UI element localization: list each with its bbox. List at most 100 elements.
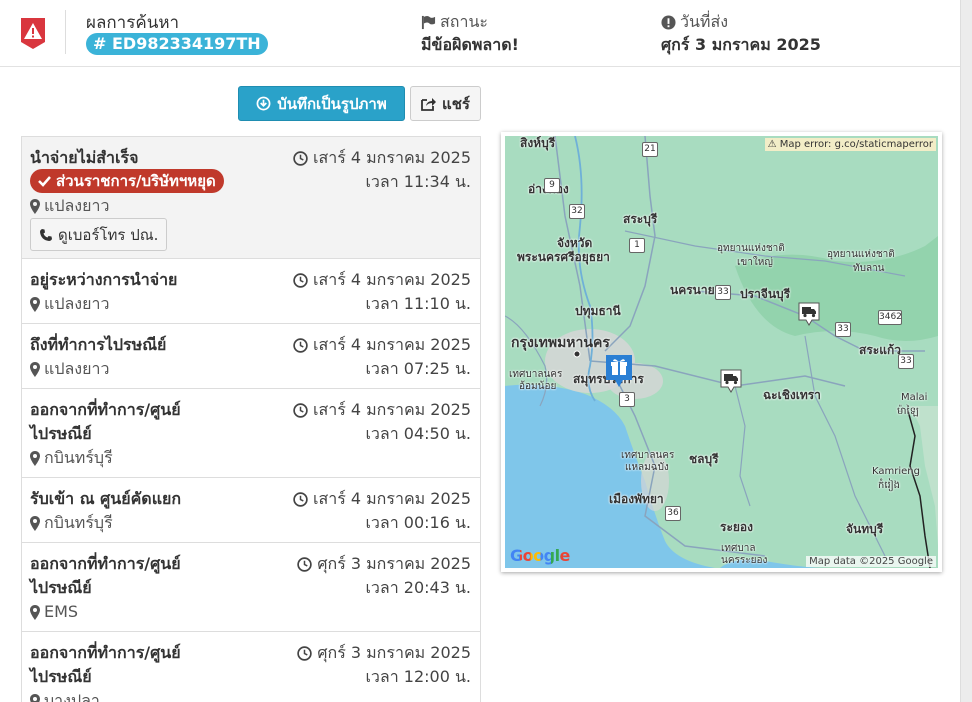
clock-icon [297, 556, 313, 572]
map-label-rayong: ระยอง [720, 520, 753, 534]
clock-icon [293, 337, 308, 353]
event-location: บางปลา [30, 689, 100, 702]
event-title: อยู่ระหว่างการนำจ่าย [30, 270, 178, 289]
tracking-number-badge: # ED982334197TH [86, 33, 268, 55]
event-title: นำจ่ายไม่สำเร็จ [30, 148, 139, 167]
event-date: ศุกร์ 3 มกราคม 2025 [297, 552, 471, 576]
event-date-text: ศุกร์ 3 มกราคม 2025 [317, 643, 471, 662]
event-date-text: เสาร์ 4 มกราคม 2025 [312, 335, 471, 354]
truck-marker-icon[interactable] [720, 369, 742, 393]
timeline-event: ออกจากที่ทำการ/ศูนย์ ไปรษณีย์ บางปลา ศุก… [22, 632, 480, 702]
map-label-pathumthani: ปทุมธานี [575, 304, 621, 318]
header-divider [65, 10, 66, 54]
share-label: แชร์ [442, 94, 470, 113]
check-icon [38, 176, 51, 187]
road-number: 33 [715, 285, 731, 300]
page-title: ผลการค้นหา [86, 13, 180, 33]
result-card: ผลการค้นหา # ED982334197TH สถานะ มีข้อผิ… [0, 0, 961, 702]
event-title-line1: ออกจากที่ทำการ/ศูนย์ [30, 400, 181, 419]
event-location-text: บางปลา [44, 691, 100, 702]
event-title-line1: ออกจากที่ทำการ/ศูนย์ [30, 554, 181, 573]
map-label-laemchabang-2: แหลมฉบัง [625, 462, 669, 473]
clock-icon [293, 402, 308, 418]
failure-reason-badge: ส่วนราชการ/บริษัทฯหยุด [30, 169, 224, 193]
event-time: เวลา 00:16 น. [365, 513, 471, 532]
road-number: 1 [629, 238, 645, 253]
share-button[interactable]: แชร์ [410, 86, 481, 121]
event-date-text: เสาร์ 4 มกราคม 2025 [312, 148, 471, 167]
map-label-singburi: สิงห์บุรี [520, 136, 556, 150]
event-date: ศุกร์ 3 มกราคม 2025 [297, 641, 471, 665]
event-date-text: เสาร์ 4 มกราคม 2025 [312, 489, 471, 508]
send-date-label: วันที่ส่ง [661, 10, 728, 35]
event-date: เสาร์ 4 มกราคม 2025 [293, 487, 471, 511]
status-label-text: สถานะ [440, 12, 488, 31]
road-number: 3462 [878, 310, 902, 325]
map-marker-icon [30, 198, 40, 214]
map-label-bangkok: กรุงเทพมหานคร [511, 335, 610, 351]
event-location-text: แปลงยาว [44, 294, 110, 313]
map-attribution: Map data ©2025 Google [806, 556, 936, 567]
event-location-text: แปลงยาว [44, 359, 110, 378]
save-image-button[interactable]: บันทึกเป็นรูปภาพ [238, 86, 405, 121]
map-canvas[interactable]: ⚠ Map error: g.co/staticmaperror สิงห์บุ… [505, 136, 938, 568]
road-number: 33 [835, 322, 851, 337]
status-value: มีข้อผิดพลาด! [421, 35, 519, 54]
map-marker-icon [30, 515, 40, 531]
event-date: เสาร์ 4 มกราคม 2025 [293, 398, 471, 422]
map-label-chonburi: ชลบุรี [689, 452, 719, 466]
event-location-text: กบินทร์บุรี [44, 513, 113, 532]
road-number: 36 [665, 506, 681, 521]
exclamation-circle-icon [661, 15, 676, 30]
event-location: แปลงยาว [30, 292, 109, 316]
map-label-khaoyai-1: อุทยานแห่งชาติ [717, 243, 785, 254]
map-label-kamrieng-1: Kamrieng [872, 466, 920, 477]
gift-marker-icon[interactable] [605, 354, 633, 388]
map-error-notice: ⚠ Map error: g.co/staticmaperror [764, 138, 936, 151]
event-location: กบินทร์บุรี [30, 511, 113, 535]
map-label-tablan-2: ทับลาน [853, 263, 885, 274]
tracking-timeline: นำจ่ายไม่สำเร็จ ส่วนราชการ/บริษัทฯหยุด แ… [21, 136, 481, 702]
timeline-event: นำจ่ายไม่สำเร็จ ส่วนราชการ/บริษัทฯหยุด แ… [22, 137, 480, 259]
map-label-chachoengsao: ฉะเชิงเทรา [763, 388, 821, 402]
map-label-malai-2: ម៉ាឡៃ [897, 406, 919, 417]
map-error-text: Map error: g.co/staticmaperror [779, 139, 933, 150]
google-logo-text: Google [510, 546, 570, 565]
map-label-omnoi-2: อ้อมน้อย [519, 381, 557, 392]
road-number: 21 [642, 142, 658, 157]
event-time: เวลา 07:25 น. [365, 359, 471, 378]
map-label-khaoyai-2: เขาใหญ่ [737, 257, 773, 268]
event-date-text: เสาร์ 4 มกราคม 2025 [312, 400, 471, 419]
map-label-nakhonrayong-2: นครระยอง [721, 555, 768, 566]
event-title-line2: ไปรษณีย์ [30, 667, 92, 686]
failure-reason-text: ส่วนราชการ/บริษัทฯหยุด [56, 172, 216, 190]
route-map[interactable]: ⚠ Map error: g.co/staticmaperror สิงห์บุ… [501, 132, 942, 572]
road-number: 9 [544, 178, 560, 193]
road-number: 3 [619, 392, 635, 407]
timeline-event: ออกจากที่ทำการ/ศูนย์ ไปรษณีย์ กบินทร์บุร… [22, 389, 480, 478]
save-image-label: บันทึกเป็นรูปภาพ [277, 94, 387, 113]
flag-icon [421, 15, 436, 30]
map-label-tablan-1: อุทยานแห่งชาติ [827, 249, 895, 260]
share-icon [421, 98, 437, 111]
event-title-line2: ไปรษณีย์ [30, 424, 92, 443]
truck-marker-icon[interactable] [798, 302, 820, 326]
view-phone-label: ดูเบอร์โทร ปณ. [58, 225, 159, 244]
google-logo: Google [510, 546, 570, 565]
view-phone-button[interactable]: ดูเบอร์โทร ปณ. [30, 218, 168, 251]
alert-icon [21, 18, 45, 49]
event-time: เวลา 11:10 น. [365, 294, 471, 313]
map-label-saraburi: สระบุรี [623, 212, 658, 226]
timeline-event: อยู่ระหว่างการนำจ่าย แปลงยาว เสาร์ 4 มกร… [22, 259, 480, 324]
road-number: 32 [569, 204, 585, 219]
download-circle-icon [256, 96, 271, 111]
send-date-value: ศุกร์ 3 มกราคม 2025 [661, 35, 821, 54]
map-marker-icon [30, 361, 40, 377]
event-location: แปลงยาว [30, 357, 109, 381]
map-label-prachinburi: ปราจีนบุรี [740, 287, 791, 301]
event-title: รับเข้า ณ ศูนย์คัดแยก [30, 489, 182, 508]
event-location-text: EMS [44, 602, 79, 621]
event-title-line2: ไปรษณีย์ [30, 578, 92, 597]
event-date: เสาร์ 4 มกราคม 2025 [293, 268, 471, 292]
map-marker-icon [30, 693, 40, 702]
